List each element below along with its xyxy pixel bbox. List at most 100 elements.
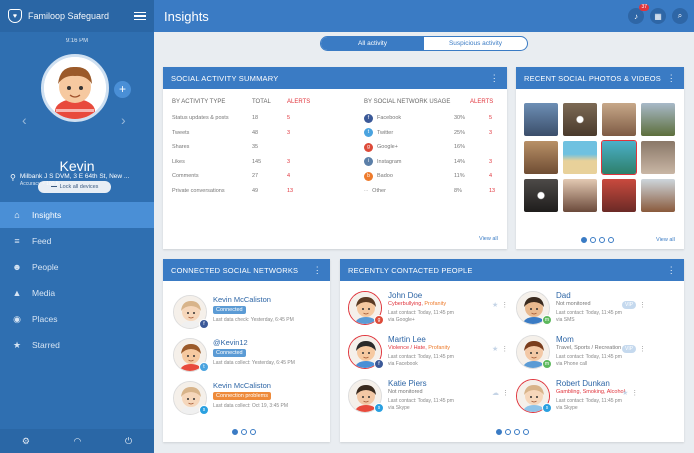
pager-dot[interactable] xyxy=(608,237,614,243)
bulb-icon: ⌂ xyxy=(14,210,20,220)
support-headset-icon[interactable]: ◠ xyxy=(74,436,82,447)
view-all-link[interactable]: View all xyxy=(656,237,675,243)
photo-thumbnail[interactable] xyxy=(641,141,675,174)
monitor-status: Not monitored xyxy=(556,301,591,307)
contact-channel-icon: f xyxy=(374,359,384,369)
pager-dot[interactable] xyxy=(514,429,520,435)
more-options-icon[interactable]: ⋮ xyxy=(667,265,676,276)
more-options-icon[interactable]: ⋮ xyxy=(639,301,646,309)
vip-badge[interactable]: VIP xyxy=(622,345,637,353)
contact-item[interactable]: f Martin Lee Violence / Hate, Profanity Las… xyxy=(348,335,454,369)
network-cell: g Google+ xyxy=(364,142,454,152)
sidebar-item-insights[interactable]: ⌂ Insights xyxy=(0,202,154,228)
more-options-icon[interactable]: ⋮ xyxy=(631,389,638,397)
add-child-button[interactable]: + xyxy=(114,81,131,98)
photo-thumbnail[interactable] xyxy=(602,103,636,136)
chevron-left-icon[interactable]: ‹ xyxy=(22,112,27,128)
photo-thumbnail[interactable] xyxy=(641,103,675,136)
pager-dot[interactable] xyxy=(599,237,605,243)
photo-thumbnail[interactable] xyxy=(601,140,637,175)
column-header: TOTAL xyxy=(252,99,271,105)
sidebar-item-label: Insights xyxy=(32,210,62,220)
feed-icon: ≡ xyxy=(14,236,20,246)
activity-label: Shares xyxy=(172,144,190,151)
photo-thumbnail[interactable] xyxy=(563,141,597,174)
star-icon[interactable]: ★ xyxy=(492,345,498,353)
photo-thumbnail[interactable] xyxy=(524,103,558,136)
star-icon[interactable]: ★ xyxy=(622,389,628,397)
connected-network-item[interactable]: f Kevin McCaliston Connected Last data chec… xyxy=(173,295,294,329)
child-location[interactable]: ⚲ Milbank J S DVM, 3 E 64th St, New ... … xyxy=(10,173,148,187)
pager-dot[interactable] xyxy=(241,429,247,435)
alert-tag-secondary: Profanity xyxy=(428,345,450,351)
last-contact-channel: via Skype xyxy=(556,405,578,411)
photo-thumbnail[interactable] xyxy=(524,141,558,174)
contact-info: Robert Dunkan Gambling, Smoking, Alcohol L… xyxy=(556,379,625,413)
search-button[interactable]: ⌕ xyxy=(672,8,688,24)
pager-dot[interactable] xyxy=(505,429,511,435)
child-avatar[interactable] xyxy=(41,54,109,122)
contact-item[interactable]: s Katie Piers Not monitored Last contact: T… xyxy=(348,379,454,413)
star-icon[interactable]: ★ xyxy=(492,301,498,309)
network-percent: 14% xyxy=(454,158,466,165)
network-percent: 16% xyxy=(454,144,466,151)
activity-label: Comments xyxy=(172,173,199,180)
power-icon[interactable]: ⏻ xyxy=(125,436,132,447)
more-options-icon[interactable]: ⋮ xyxy=(502,389,509,397)
more-options-icon[interactable]: ⋮ xyxy=(667,73,676,84)
alert-tags: Gambling, Smoking, Alcohol xyxy=(556,389,625,395)
more-options-icon[interactable]: ⋮ xyxy=(490,73,499,84)
more-options-icon[interactable]: ⋮ xyxy=(501,301,508,309)
sidebar-item-feed[interactable]: ≡ Feed xyxy=(0,228,154,254)
contact-item[interactable]: m Mom Travel, Sports / Recreation Last cont… xyxy=(516,335,622,369)
settings-gear-icon[interactable]: ⚙ xyxy=(22,436,30,447)
notifications-button[interactable]: ♪ 37 xyxy=(628,4,649,24)
last-contact-time: Last contact: Today, 11:45 pm xyxy=(556,310,622,316)
network-row: t Twitter 25% 3 xyxy=(364,126,514,141)
vip-badge[interactable]: VIP xyxy=(622,301,637,309)
last-contact-time: Last contact: Today, 11:45 pm xyxy=(388,310,454,316)
contact-info: Mom Travel, Sports / Recreation Last conta… xyxy=(556,335,622,369)
pager-dot[interactable] xyxy=(581,237,587,243)
contact-item[interactable]: g John Doe Cyberbullying, Profanity Last co… xyxy=(348,291,454,325)
network-label: Twitter xyxy=(377,129,394,136)
pager-dot[interactable] xyxy=(523,429,529,435)
column-header: BY SOCIAL NETWORK USAGE xyxy=(364,99,451,105)
chevron-right-icon[interactable]: › xyxy=(121,112,126,128)
sidebar-item-places[interactable]: ◉ Places xyxy=(0,306,154,332)
video-thumbnail[interactable] xyxy=(563,103,597,136)
photo-thumbnail[interactable] xyxy=(563,179,597,212)
connected-network-item[interactable]: t @Kevin12 Connected Last data collect: Yes… xyxy=(173,338,295,372)
sidebar-item-starred[interactable]: ★ Starred xyxy=(0,332,154,358)
activity-total: 145 xyxy=(252,158,262,165)
more-options-icon[interactable]: ⋮ xyxy=(313,265,322,276)
activity-total: 27 xyxy=(252,173,259,180)
sidebar-item-people[interactable]: ☻ People xyxy=(0,254,154,280)
contact-name: John Doe xyxy=(388,291,423,300)
contact-item[interactable]: s Robert Dunkan Gambling, Smoking, Alcohol… xyxy=(516,379,625,413)
instagram-icon: i xyxy=(364,157,373,167)
activity-total: 48 xyxy=(252,129,259,136)
pager-dot[interactable] xyxy=(496,429,502,435)
hamburger-menu-icon[interactable] xyxy=(134,11,146,21)
cloud-icon[interactable]: ☁ xyxy=(492,389,499,397)
more-options-icon[interactable]: ⋮ xyxy=(501,345,508,353)
more-options-icon[interactable]: ⋮ xyxy=(639,345,646,353)
tab-all-activity[interactable]: All activity xyxy=(321,37,424,50)
activity-total: 49 xyxy=(252,187,259,194)
tab-suspicious-activity[interactable]: Suspicious activity xyxy=(424,37,527,50)
network-info: Kevin McCaliston Connected Last data check… xyxy=(213,295,294,329)
photo-thumbnail[interactable] xyxy=(641,179,675,212)
contact-name: Dad xyxy=(556,291,571,300)
connected-network-item[interactable]: s Kevin McCaliston Connection problems Last… xyxy=(173,381,288,415)
pager-dot[interactable] xyxy=(232,429,238,435)
photo-thumbnail[interactable] xyxy=(602,179,636,212)
calendar-button[interactable]: ▦ xyxy=(650,8,666,24)
location-pin-icon: ⚲ xyxy=(10,173,16,182)
pager-dot[interactable] xyxy=(250,429,256,435)
pager-dot[interactable] xyxy=(590,237,596,243)
sidebar-item-media[interactable]: ▲ Media xyxy=(0,280,154,306)
video-thumbnail[interactable] xyxy=(524,179,558,212)
view-all-link[interactable]: View all xyxy=(479,236,498,242)
contact-item[interactable]: m Dad Not monitored Last contact: Today, 11… xyxy=(516,291,622,325)
